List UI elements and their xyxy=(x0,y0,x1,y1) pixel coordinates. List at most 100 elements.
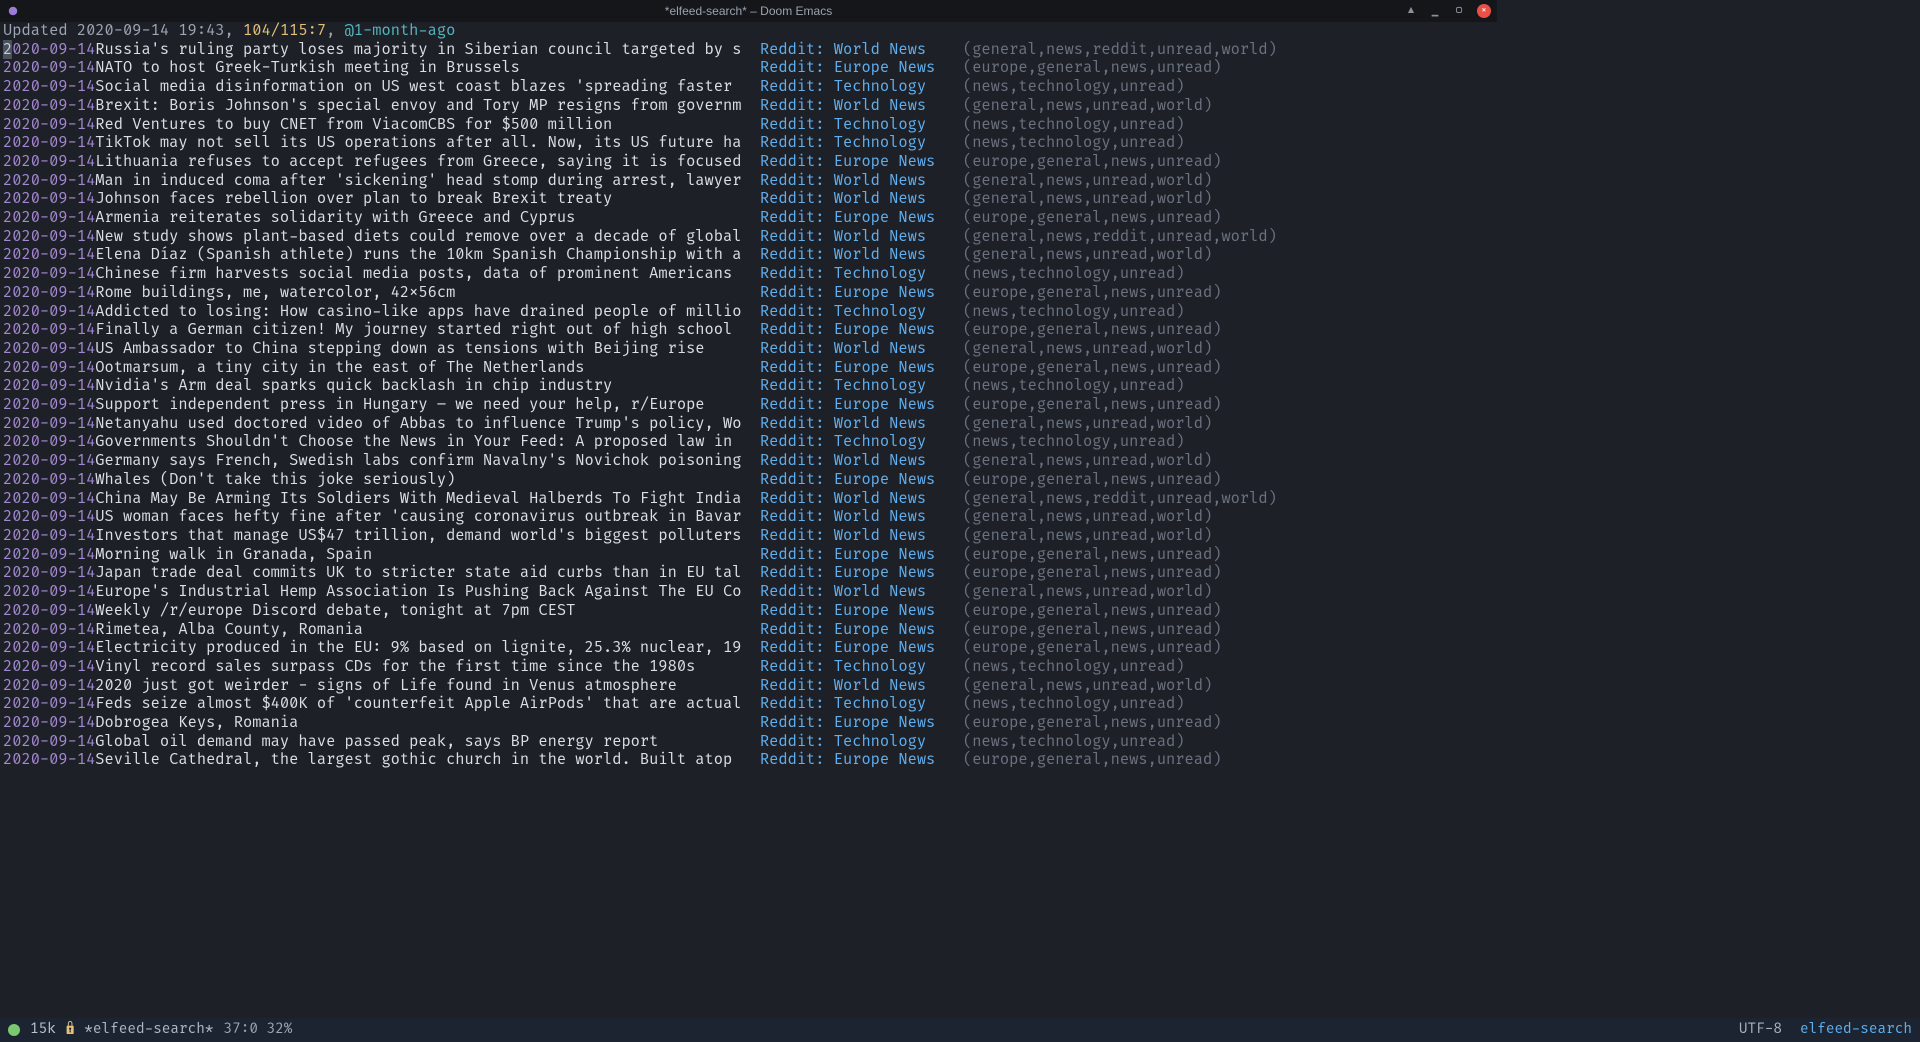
entry-title: Rimetea, Alba County, Romania xyxy=(95,621,760,640)
updated-label: Updated 2020-09-14 19:43, xyxy=(3,21,243,40)
feed-entry[interactable]: 2020-09-14 NATO to host Greek-Turkish me… xyxy=(3,59,1494,78)
feed-entry[interactable]: 2020-09-14 Chinese firm harvests social … xyxy=(3,265,1494,284)
entry-title: Morning walk in Granada, Spain xyxy=(95,546,760,565)
feed-entry[interactable]: 2020-09-14 Seville Cathedral, the larges… xyxy=(3,751,1494,770)
feed-entry[interactable]: 2020-09-14 China May Be Arming Its Soldi… xyxy=(3,490,1494,509)
entry-title: Whales (Don't take this joke seriously) xyxy=(95,471,760,490)
feed-entry[interactable]: 2020-09-14 Japan trade deal commits UK t… xyxy=(3,564,1494,583)
feed-entry[interactable]: 2020-09-14 Germany says French, Swedish … xyxy=(3,452,1494,471)
entry-date: 2020-09-14 xyxy=(3,452,95,471)
entry-list: 2020-09-14 Russia's ruling party loses m… xyxy=(3,41,1494,770)
feed-entry[interactable]: 2020-09-14 Rimetea, Alba County, Romania… xyxy=(3,621,1494,640)
minimize-button[interactable]: ▁ xyxy=(1429,5,1441,17)
feed-entry[interactable]: 2020-09-14 Netanyahu used doctored video… xyxy=(3,415,1494,434)
entry-title: Johnson faces rebellion over plan to bre… xyxy=(95,190,760,209)
entry-date: 2020-09-14 xyxy=(3,564,95,583)
feed-entry[interactable]: 2020-09-14 Rome buildings, me, watercolo… xyxy=(3,284,1494,303)
entry-tags: (news,technology,unread) xyxy=(963,377,1185,396)
entry-date: 2020-09-14 xyxy=(3,340,95,359)
buffer-content: Updated 2020-09-14 19:43, 104/115:7, @1-… xyxy=(0,22,1497,770)
entry-date: 2020-09-14 xyxy=(3,508,95,527)
entry-date: 2020-09-14 xyxy=(3,377,95,396)
entry-feed: Reddit: Europe News xyxy=(760,714,963,733)
entry-title: Governments Shouldn't Choose the News in… xyxy=(95,433,760,452)
entry-date: 2020-09-14 xyxy=(3,190,95,209)
cursor-position: 37:0 32% xyxy=(224,1021,293,1040)
feed-entry[interactable]: 2020-09-14 Finally a German citizen! My … xyxy=(3,321,1494,340)
entry-feed: Reddit: Europe News xyxy=(760,546,963,565)
pin-icon[interactable]: ▲ xyxy=(1405,5,1417,17)
feed-entry[interactable]: 2020-09-14 Vinyl record sales surpass CD… xyxy=(3,658,1494,677)
feed-entry[interactable]: 2020-09-14 Global oil demand may have pa… xyxy=(3,733,1494,752)
feed-entry[interactable]: 2020-09-14 Russia's ruling party loses m… xyxy=(3,41,1494,60)
feed-entry[interactable]: 2020-09-14 Red Ventures to buy CNET from… xyxy=(3,116,1494,135)
feed-entry[interactable]: 2020-09-14 Morning walk in Granada, Spai… xyxy=(3,546,1494,565)
entry-tags: (europe,general,news,unread) xyxy=(963,602,1221,621)
entry-title: Vinyl record sales surpass CDs for the f… xyxy=(95,658,760,677)
entry-feed: Reddit: Europe News xyxy=(760,321,963,340)
entry-tags: (general,news,unread,world) xyxy=(963,583,1212,602)
entry-title: China May Be Arming Its Soldiers With Me… xyxy=(95,490,760,509)
entry-feed: Reddit: Technology xyxy=(760,116,963,135)
feed-entry[interactable]: 2020-09-14 Europe's Industrial Hemp Asso… xyxy=(3,583,1494,602)
entry-feed: Reddit: World News xyxy=(760,190,963,209)
entry-feed: Reddit: Europe News xyxy=(760,396,963,415)
feed-entry[interactable]: 2020-09-14 Whales (Don't take this joke … xyxy=(3,471,1494,490)
feed-entry[interactable]: 2020-09-14 US woman faces hefty fine aft… xyxy=(3,508,1494,527)
entry-tags: (general,news,reddit,unread,world) xyxy=(963,41,1277,60)
feed-entry[interactable]: 2020-09-14 New study shows plant-based d… xyxy=(3,228,1494,247)
maximize-button[interactable]: ▢ xyxy=(1453,5,1465,17)
feed-entry[interactable]: 2020-09-14 Electricity produced in the E… xyxy=(3,639,1494,658)
feed-entry[interactable]: 2020-09-14 Lithuania refuses to accept r… xyxy=(3,153,1494,172)
feed-entry[interactable]: 2020-09-14 Ootmarsum, a tiny city in the… xyxy=(3,359,1494,378)
feed-entry[interactable]: 2020-09-14 Brexit: Boris Johnson's speci… xyxy=(3,97,1494,116)
entry-tags: (europe,general,news,unread) xyxy=(963,396,1221,415)
feed-entry[interactable]: 2020-09-14 Armenia reiterates solidarity… xyxy=(3,209,1494,228)
entry-feed: Reddit: World News xyxy=(760,452,963,471)
feed-entry[interactable]: 2020-09-14 Weekly /r/europe Discord deba… xyxy=(3,602,1494,621)
entry-feed: Reddit: World News xyxy=(760,583,963,602)
feed-entry[interactable]: 2020-09-14 Feds seize almost $400K of 'c… xyxy=(3,695,1494,714)
feed-entry[interactable]: 2020-09-14 Investors that manage US$47 t… xyxy=(3,527,1494,546)
entry-title: Japan trade deal commits UK to stricter … xyxy=(95,564,760,583)
app-icon xyxy=(6,4,20,18)
entry-feed: Reddit: Europe News xyxy=(760,153,963,172)
feed-entry[interactable]: 2020-09-14 Nvidia's Arm deal sparks quic… xyxy=(3,377,1494,396)
entry-date: 2020-09-14 xyxy=(3,209,95,228)
entry-date: 2020-09-14 xyxy=(3,303,95,322)
feed-entry[interactable]: 2020-09-14 Governments Shouldn't Choose … xyxy=(3,433,1494,452)
entry-feed: Reddit: Europe News xyxy=(760,564,963,583)
entry-feed: Reddit: Europe News xyxy=(760,751,963,770)
entry-title: Global oil demand may have passed peak, … xyxy=(95,733,760,752)
entry-tags: (europe,general,news,unread) xyxy=(963,751,1221,770)
feed-entry[interactable]: 2020-09-14 Dobrogea Keys, Romania Reddit… xyxy=(3,714,1494,733)
feed-entry[interactable]: 2020-09-14 Support independent press in … xyxy=(3,396,1494,415)
entry-tags: (general,news,unread,world) xyxy=(963,190,1212,209)
entry-title: New study shows plant-based diets could … xyxy=(95,228,760,247)
entry-tags: (europe,general,news,unread) xyxy=(963,209,1221,228)
entry-title: Man in induced coma after 'sickening' he… xyxy=(95,172,760,191)
entry-date: 2020-09-14 xyxy=(3,172,95,191)
feed-entry[interactable]: 2020-09-14 Man in induced coma after 'si… xyxy=(3,172,1494,191)
feed-entry[interactable]: 2020-09-14 2020 just got weirder - signs… xyxy=(3,677,1494,696)
entry-title: Red Ventures to buy CNET from ViacomCBS … xyxy=(95,116,760,135)
entry-feed: Reddit: World News xyxy=(760,340,963,359)
entry-date: 2020-09-14 xyxy=(3,134,95,153)
feed-entry[interactable]: 2020-09-14 TikTok may not sell its US op… xyxy=(3,134,1494,153)
close-button[interactable]: × xyxy=(1477,4,1491,18)
entry-title: Elena Díaz (Spanish athlete) runs the 10… xyxy=(95,246,760,265)
feed-entry[interactable]: 2020-09-14 Elena Díaz (Spanish athlete) … xyxy=(3,246,1494,265)
entry-title: Brexit: Boris Johnson's special envoy an… xyxy=(95,97,760,116)
feed-entry[interactable]: 2020-09-14 Social media disinformation o… xyxy=(3,78,1494,97)
feed-entry[interactable]: 2020-09-14 US Ambassador to China steppi… xyxy=(3,340,1494,359)
entry-date: 2020-09-14 xyxy=(3,359,95,378)
header-sep: , xyxy=(326,21,344,40)
entry-tags: (news,technology,unread) xyxy=(963,695,1185,714)
entry-tags: (europe,general,news,unread) xyxy=(963,153,1221,172)
entry-title: NATO to host Greek-Turkish meeting in Br… xyxy=(95,59,760,78)
entry-date: 2020-09-14 xyxy=(3,78,95,97)
feed-entry[interactable]: 2020-09-14 Addicted to losing: How casin… xyxy=(3,303,1494,322)
entry-date: 2020-09-14 xyxy=(3,546,95,565)
feed-entry[interactable]: 2020-09-14 Johnson faces rebellion over … xyxy=(3,190,1494,209)
entry-tags: (news,technology,unread) xyxy=(963,78,1185,97)
